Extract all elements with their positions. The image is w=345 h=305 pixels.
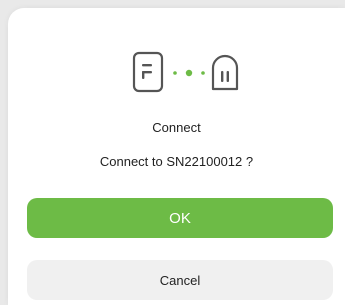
ok-button-label: OK: [169, 209, 191, 227]
dialog-message: Connect to SN22100012 ?: [99, 154, 254, 169]
connection-illustration: [8, 51, 345, 93]
ok-button[interactable]: OK: [27, 198, 333, 238]
cancel-button-label: Cancel: [159, 272, 201, 288]
phone-icon: [132, 51, 164, 93]
device-icon: [211, 54, 239, 91]
dialog-title: Connect: [152, 120, 201, 135]
connect-dialog: Connect Connect to SN22100012 ? OK Cance…: [8, 8, 345, 305]
cancel-button[interactable]: Cancel: [27, 260, 333, 300]
connection-dots-icon: [173, 69, 205, 77]
